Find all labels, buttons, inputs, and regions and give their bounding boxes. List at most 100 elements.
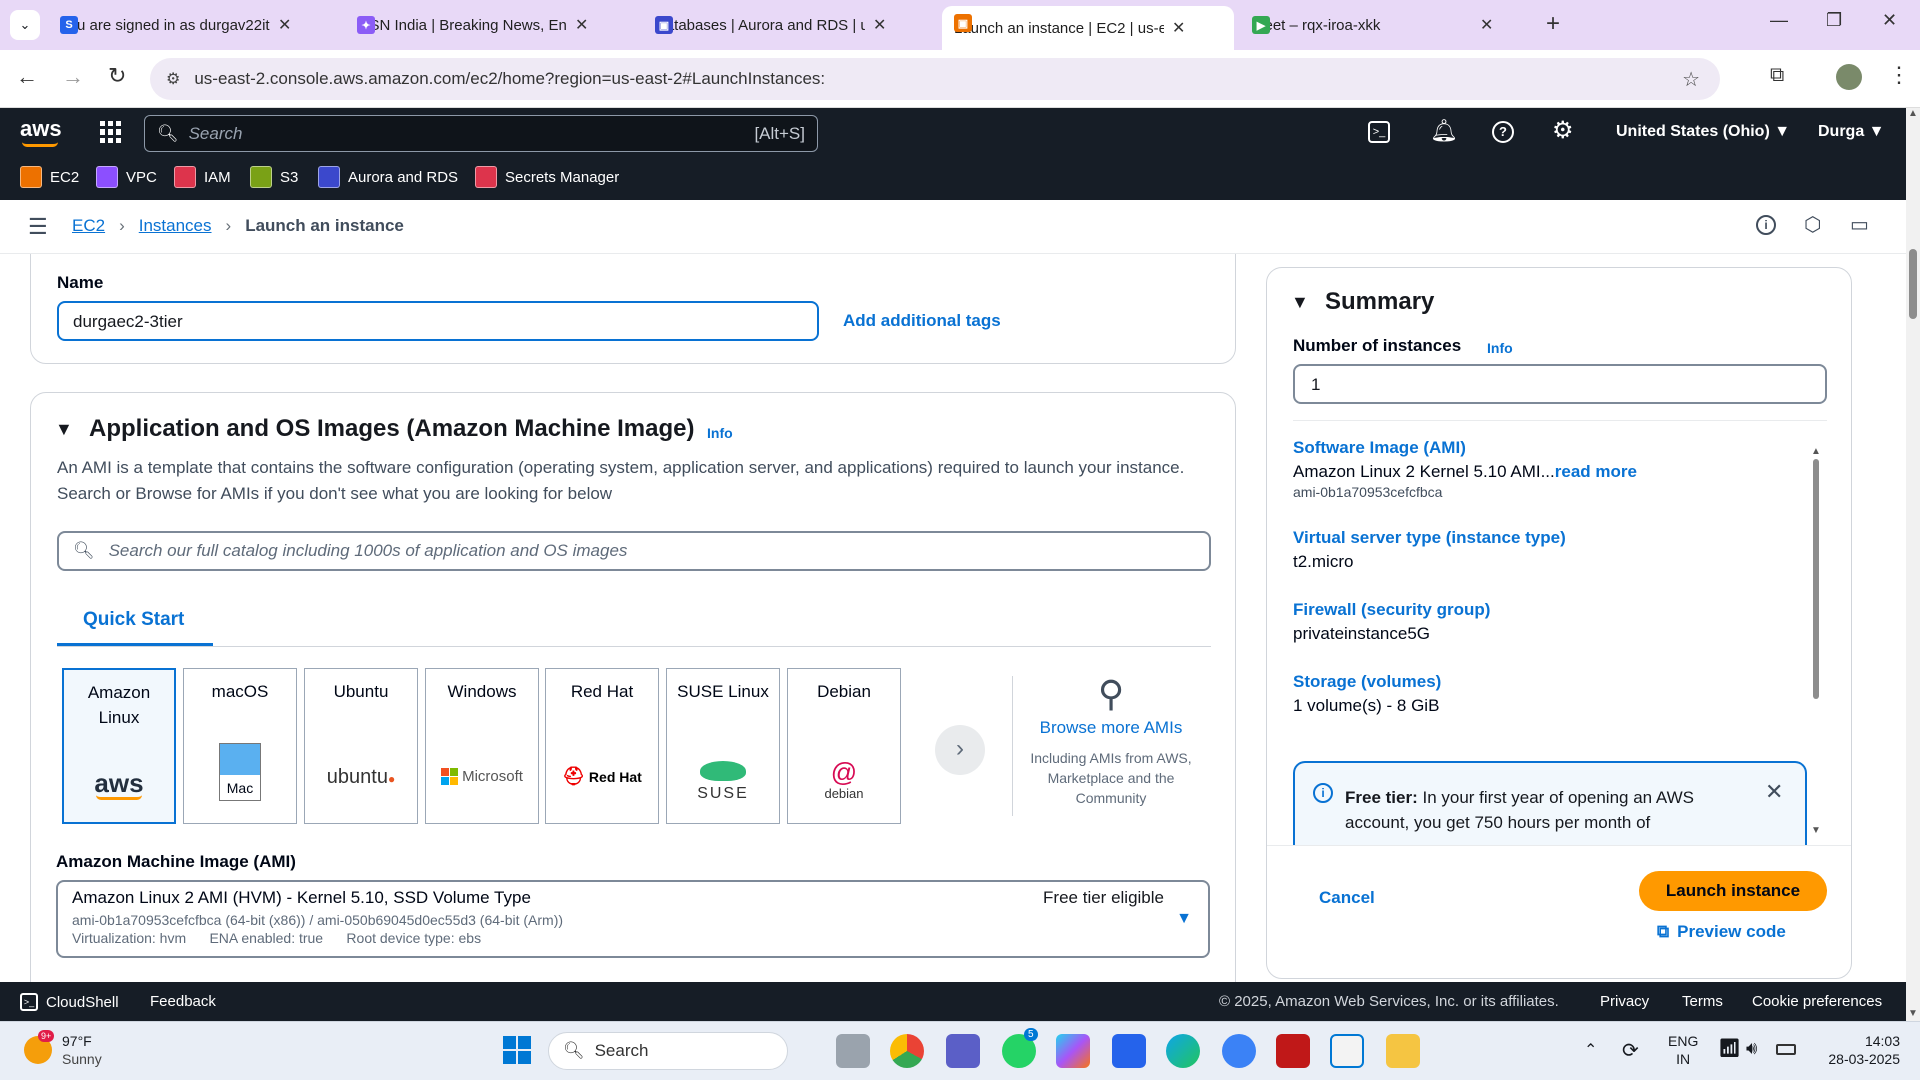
- collapse-triangle-icon[interactable]: ▼: [55, 419, 73, 440]
- instance-type-link[interactable]: Virtual server type (instance type): [1293, 528, 1813, 548]
- breadcrumb-instances[interactable]: Instances: [139, 216, 212, 236]
- browser-tab[interactable]: ✦ MSN India | Breaking News, Ent ✕: [345, 8, 635, 42]
- number-of-instances-input[interactable]: 1: [1293, 364, 1827, 404]
- minimize-icon[interactable]: —: [1770, 10, 1788, 31]
- scroll-thumb[interactable]: [1813, 459, 1819, 699]
- language-indicator[interactable]: ENG IN: [1668, 1032, 1698, 1068]
- scroll-down-icon[interactable]: ▼: [1811, 825, 1821, 836]
- services-grid-icon[interactable]: [100, 121, 122, 143]
- scroll-up-icon[interactable]: ▲: [1811, 446, 1821, 457]
- start-button-icon[interactable]: [503, 1036, 531, 1064]
- browser-tab[interactable]: ▶ Meet – rqx-iroa-xkk ✕: [1240, 8, 1530, 42]
- aws-logo[interactable]: aws: [20, 116, 62, 142]
- back-icon[interactable]: ←: [16, 64, 38, 90]
- ami-search-input[interactable]: 🔍︎ Search our full catalog including 100…: [57, 531, 1211, 571]
- browser-tab-active[interactable]: ▣ Launch an instance | EC2 | us-ea ✕: [942, 6, 1234, 50]
- weather-widget[interactable]: 9+ 97°F Sunny: [24, 1030, 102, 1068]
- new-tab-button[interactable]: +: [1546, 10, 1560, 38]
- sync-icon[interactable]: ⟳: [1622, 1038, 1639, 1063]
- restore-icon[interactable]: ❐: [1826, 10, 1842, 31]
- mylp-app-icon[interactable]: [1112, 1034, 1146, 1068]
- microsoft-store-icon[interactable]: [1330, 1034, 1364, 1068]
- close-tab-icon[interactable]: ✕: [1172, 18, 1185, 38]
- storage-link[interactable]: Storage (volumes): [1293, 672, 1813, 692]
- instances-info-link[interactable]: Info: [1487, 340, 1513, 356]
- tab-quick-start[interactable]: Quick Start: [83, 609, 184, 631]
- cloudshell-icon[interactable]: >_: [1368, 121, 1390, 143]
- browser-menu-icon[interactable]: ⋮: [1888, 62, 1910, 88]
- os-tile-windows[interactable]: Windows Microsoft: [425, 668, 539, 824]
- breadcrumb-ec2[interactable]: EC2: [72, 216, 105, 236]
- os-tile-amazon-linux[interactable]: Amazon Linux aws: [62, 668, 176, 824]
- ami-info-link[interactable]: Info: [707, 425, 733, 441]
- scroll-up-icon[interactable]: ▲: [1906, 108, 1920, 119]
- favorite-iam[interactable]: IAM: [174, 166, 231, 188]
- scroll-thumb[interactable]: [1909, 249, 1917, 319]
- info-panel-icon[interactable]: i: [1756, 215, 1776, 235]
- os-tile-red-hat[interactable]: Red Hat ⛑ Red Hat: [545, 668, 659, 824]
- page-scrollbar[interactable]: ▲ ▼: [1906, 108, 1920, 1021]
- close-window-icon[interactable]: ✕: [1882, 10, 1897, 31]
- wifi-icon[interactable]: 📶︎: [1718, 1038, 1741, 1059]
- mcafee-icon[interactable]: [1276, 1034, 1310, 1068]
- name-input[interactable]: durgaec2-3tier: [57, 301, 819, 341]
- notifications-bell-icon[interactable]: 🔔︎: [1430, 118, 1458, 144]
- file-explorer-icon[interactable]: [1386, 1034, 1420, 1068]
- task-view-icon[interactable]: [836, 1034, 870, 1068]
- os-tile-ubuntu[interactable]: Ubuntu ubuntu●: [304, 668, 418, 824]
- browser-tab[interactable]: ▣ Databases | Aurora and RDS | u ✕: [643, 8, 933, 42]
- next-tiles-button[interactable]: ›: [935, 725, 985, 775]
- software-image-link[interactable]: Software Image (AMI): [1293, 438, 1813, 458]
- favorite-secrets-manager[interactable]: Secrets Manager: [475, 166, 619, 188]
- os-tile-macos[interactable]: macOS Mac: [183, 668, 297, 824]
- profile-avatar[interactable]: [1836, 64, 1862, 90]
- bookmark-star-icon[interactable]: ☆: [1682, 67, 1700, 92]
- region-selector[interactable]: United States (Ohio) ▼: [1616, 123, 1790, 141]
- launch-instance-button[interactable]: Launch instance: [1639, 871, 1827, 911]
- read-more-link[interactable]: read more: [1555, 462, 1637, 481]
- add-additional-tags-link[interactable]: Add additional tags: [843, 311, 1001, 331]
- feedback-link[interactable]: Feedback: [150, 993, 216, 1010]
- teams-icon[interactable]: [946, 1034, 980, 1068]
- privacy-link[interactable]: Privacy: [1600, 993, 1649, 1010]
- aws-search-input[interactable]: 🔍︎ Search [Alt+S]: [144, 115, 818, 152]
- favorite-aurora-rds[interactable]: Aurora and RDS: [318, 166, 458, 188]
- battery-icon[interactable]: [1776, 1044, 1796, 1055]
- terms-link[interactable]: Terms: [1682, 993, 1723, 1010]
- close-tab-icon[interactable]: ✕: [575, 15, 588, 35]
- close-tab-icon[interactable]: ✕: [873, 15, 886, 35]
- volume-icon[interactable]: 🔊︎: [1746, 1038, 1757, 1059]
- dismiss-close-icon[interactable]: ✕: [1765, 779, 1783, 805]
- scroll-down-icon[interactable]: ▼: [1908, 1008, 1918, 1019]
- chrome-icon[interactable]: [890, 1034, 924, 1068]
- browser-tab[interactable]: S You are signed in as durgav22it ✕: [48, 8, 338, 42]
- tab-list-button[interactable]: ⌄: [10, 10, 40, 40]
- settings-gear-icon[interactable]: ⚙: [1552, 116, 1574, 145]
- account-menu[interactable]: Durga ▼: [1818, 123, 1885, 141]
- site-info-icon[interactable]: ⚙: [166, 69, 180, 89]
- collapse-triangle-icon[interactable]: ▼: [1291, 292, 1309, 313]
- show-hidden-icons-chevron[interactable]: ⌃: [1584, 1040, 1597, 1060]
- reload-icon[interactable]: ↻: [108, 63, 126, 89]
- get-help-icon[interactable]: [1222, 1034, 1256, 1068]
- os-tile-debian[interactable]: Debian @ debian: [787, 668, 901, 824]
- close-tab-icon[interactable]: ✕: [1480, 15, 1493, 35]
- forward-icon[interactable]: →: [62, 64, 84, 90]
- extensions-icon[interactable]: ⧉: [1770, 64, 1784, 87]
- os-tile-suse-linux[interactable]: SUSE Linux SUSE: [666, 668, 780, 824]
- help-icon[interactable]: ?: [1492, 121, 1514, 143]
- edge-icon[interactable]: [1166, 1034, 1200, 1068]
- address-bar[interactable]: ⚙ us-east-2.console.aws.amazon.com/ec2/h…: [150, 58, 1720, 100]
- browse-more-amis[interactable]: ⚲ Browse more AMIs Including AMIs from A…: [1028, 674, 1194, 808]
- favorite-vpc[interactable]: VPC: [96, 166, 157, 188]
- ami-select[interactable]: Amazon Linux 2 AMI (HVM) - Kernel 5.10, …: [56, 880, 1210, 958]
- monitor-icon[interactable]: ▭: [1850, 212, 1869, 237]
- preview-code-button[interactable]: ⧉ Preview code: [1657, 922, 1786, 942]
- favorite-ec2[interactable]: EC2: [20, 166, 79, 188]
- hamburger-menu-icon[interactable]: ☰: [28, 214, 48, 240]
- whatsapp-icon[interactable]: 5: [1002, 1028, 1038, 1068]
- cloudshell-button[interactable]: >_ CloudShell: [20, 993, 119, 1011]
- cancel-button[interactable]: Cancel: [1319, 888, 1375, 908]
- clock[interactable]: 14:03 28-03-2025: [1812, 1032, 1900, 1068]
- firewall-link[interactable]: Firewall (security group): [1293, 600, 1813, 620]
